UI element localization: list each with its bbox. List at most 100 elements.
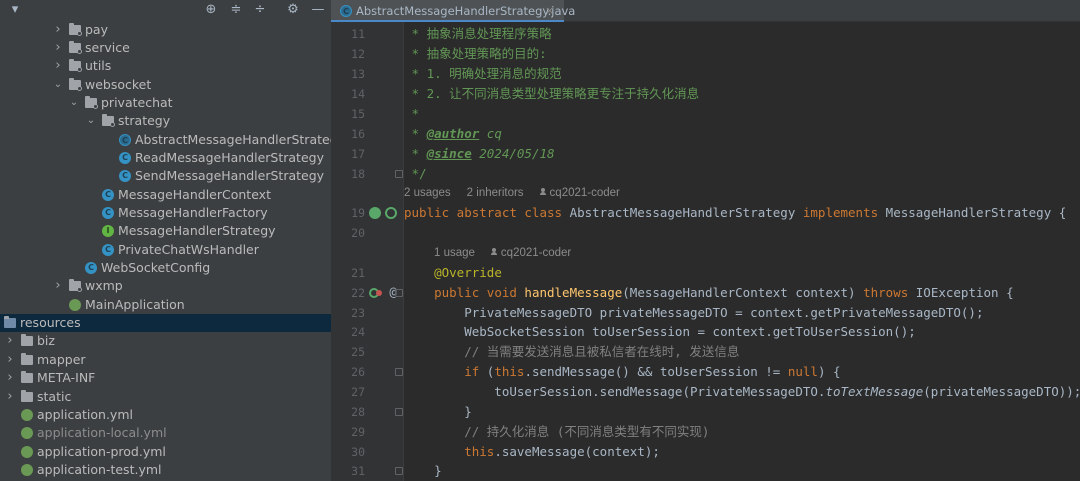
code-line[interactable]: 20	[331, 223, 1080, 243]
tree-row[interactable]: › mapper	[0, 351, 331, 369]
chevron-right-icon[interactable]: ›	[4, 351, 16, 369]
line-number[interactable]: 15	[331, 104, 365, 124]
code-line[interactable]: 19 public abstract class AbstractMessageH…	[331, 203, 1080, 223]
chevron-down-icon[interactable]: ⌄	[85, 112, 97, 130]
tree-row[interactable]: › pay	[0, 21, 331, 39]
chevron-right-icon[interactable]: ›	[4, 369, 16, 387]
tree-row[interactable]: ⌄ strategy	[0, 112, 331, 130]
line-number[interactable]: 19	[331, 203, 365, 223]
tree-row[interactable]: ⌄ privatechat	[0, 94, 331, 112]
tree-row[interactable]: ⌄ websocket	[0, 76, 331, 94]
tree-row[interactable]: C PrivateChatWsHandler	[0, 241, 331, 259]
code-line[interactable]: 13 * 1. 明确处理消息的规范	[331, 64, 1080, 84]
collapse-all-icon[interactable]: ÷	[251, 1, 269, 19]
line-number[interactable]: 26	[331, 362, 365, 382]
method-usages-hint[interactable]: 1 usage	[434, 247, 475, 259]
line-number[interactable]: 22	[331, 283, 365, 303]
line-number[interactable]: 23	[331, 303, 365, 323]
tree-row[interactable]: application-test.yml	[0, 461, 331, 479]
locate-icon[interactable]: ⊕	[202, 1, 220, 19]
code-line[interactable]: 12 * 抽象处理策略的目的:	[331, 44, 1080, 64]
tree-row[interactable]: › static	[0, 388, 331, 406]
code-line[interactable]: 23 PrivateMessageDTO privateMessageDTO =…	[331, 303, 1080, 323]
code-line[interactable]: 11 * 抽象消息处理程序策略	[331, 24, 1080, 44]
hide-icon[interactable]: —	[309, 1, 327, 19]
code-line[interactable]: 26 if (this.sendMessage() && toUserSessi…	[331, 362, 1080, 382]
implemented-gutter-icon[interactable]	[385, 207, 397, 219]
tree-row[interactable]: application-local.yml	[0, 424, 331, 442]
gear-icon[interactable]: ⚙	[284, 1, 302, 19]
line-number[interactable]: 24	[331, 322, 365, 342]
tree-row[interactable]: I MessageHandlerStrategy	[0, 222, 331, 240]
class-usages-hint[interactable]: 2 usages	[404, 187, 451, 199]
code-line[interactable]: 14 * 2. 让不同消息类型处理策略更专注于持久化消息	[331, 84, 1080, 104]
code-line[interactable]: 28 }	[331, 402, 1080, 422]
tree-row[interactable]: C AbstractMessageHandlerStrategy	[0, 131, 331, 149]
code-line[interactable]: 18 */	[331, 164, 1080, 184]
tree-row[interactable]: application-prod.yml	[0, 443, 331, 461]
method-author-hint[interactable]: cq2021-coder	[501, 247, 571, 259]
tree-row[interactable]: MainApplication	[0, 296, 331, 314]
line-number[interactable]: 29	[331, 422, 365, 442]
tree-row[interactable]: C WebSocketConfig	[0, 259, 331, 277]
chevron-right-icon[interactable]: ›	[52, 57, 64, 75]
chevron-down-icon[interactable]: ▾	[6, 1, 24, 19]
fold-icon[interactable]	[395, 408, 403, 416]
chevron-down-icon[interactable]: ⌄	[68, 94, 80, 112]
class-inlay-hints: 2 usages 2 inheritors cq2021-coder	[404, 183, 620, 203]
tree-row[interactable]: C SendMessageHandlerStrategy	[0, 167, 331, 185]
spring-bean-gutter-icon[interactable]	[369, 207, 381, 219]
line-number[interactable]: 11	[331, 24, 365, 44]
line-number[interactable]: 28	[331, 402, 365, 422]
line-number[interactable]: 21	[331, 263, 365, 283]
tree-row[interactable]: C ReadMessageHandlerStrategy	[0, 149, 331, 167]
code-line[interactable]: 25 // 当需要发送消息且被私信者在线时, 发送信息	[331, 342, 1080, 362]
tree-row[interactable]: C MessageHandlerContext	[0, 186, 331, 204]
line-number[interactable]: 27	[331, 382, 365, 402]
code-line[interactable]: 16 * @author cq	[331, 124, 1080, 144]
code-line[interactable]: 17 * @since 2024/05/18	[331, 144, 1080, 164]
line-number[interactable]: 13	[331, 64, 365, 84]
tree-row[interactable]: application.yml	[0, 406, 331, 424]
code-line[interactable]: 24 WebSocketSession toUserSession = cont…	[331, 322, 1080, 342]
code-line[interactable]: 15 *	[331, 104, 1080, 124]
chevron-right-icon[interactable]: ›	[4, 332, 16, 350]
overridden-gutter-icon[interactable]	[376, 290, 382, 296]
code-line[interactable]: 31 }	[331, 461, 1080, 481]
tree-row[interactable]: › META-INF	[0, 369, 331, 387]
code-line[interactable]: 27 toUserSession.sendMessage(PrivateMess…	[331, 382, 1080, 402]
line-number[interactable]: 17	[331, 144, 365, 164]
tree-row[interactable]: › biz	[0, 332, 331, 350]
tree-row[interactable]: › wxmp	[0, 277, 331, 295]
tree-row[interactable]: › service	[0, 39, 331, 57]
expand-all-icon[interactable]: ≑	[227, 1, 245, 19]
tab-abstract-message-handler-strategy[interactable]: C AbstractMessageHandlerStrategy.java ×	[331, 0, 575, 22]
line-number[interactable]: 16	[331, 124, 365, 144]
line-number[interactable]: 25	[331, 342, 365, 362]
line-number[interactable]: 31	[331, 461, 365, 481]
tree-row[interactable]: resources	[0, 314, 331, 333]
code-line[interactable]: 29 // 持久化消息 (不同消息类型有不同实现)	[331, 422, 1080, 442]
chevron-right-icon[interactable]: ›	[52, 39, 64, 57]
code-line[interactable]: 21 @Override	[331, 263, 1080, 283]
chevron-down-icon[interactable]: ⌄	[52, 76, 64, 94]
chevron-right-icon[interactable]: ›	[4, 388, 16, 406]
class-author-hint[interactable]: cq2021-coder	[550, 187, 620, 199]
code-line[interactable]: 22 public void handleMessage(MessageHand…	[331, 283, 1080, 303]
line-number[interactable]: 12	[331, 44, 365, 64]
fold-icon[interactable]	[395, 170, 403, 178]
chevron-right-icon[interactable]: ›	[52, 21, 64, 39]
tree-row[interactable]: C MessageHandlerFactory	[0, 204, 331, 222]
line-number[interactable]: 18	[331, 164, 365, 184]
fold-icon[interactable]	[395, 368, 403, 376]
line-number[interactable]: 30	[331, 442, 365, 462]
code-line[interactable]: 30 this.saveMessage(context);	[331, 442, 1080, 462]
line-number[interactable]: 14	[331, 84, 365, 104]
close-icon[interactable]: ×	[545, 0, 554, 22]
chevron-right-icon[interactable]: ›	[52, 277, 64, 295]
tree-row[interactable]: › utils	[0, 57, 331, 75]
line-number[interactable]: 20	[331, 223, 365, 243]
fold-icon[interactable]	[395, 289, 403, 297]
fold-icon[interactable]	[395, 467, 403, 475]
class-inheritors-hint[interactable]: 2 inheritors	[467, 187, 524, 199]
